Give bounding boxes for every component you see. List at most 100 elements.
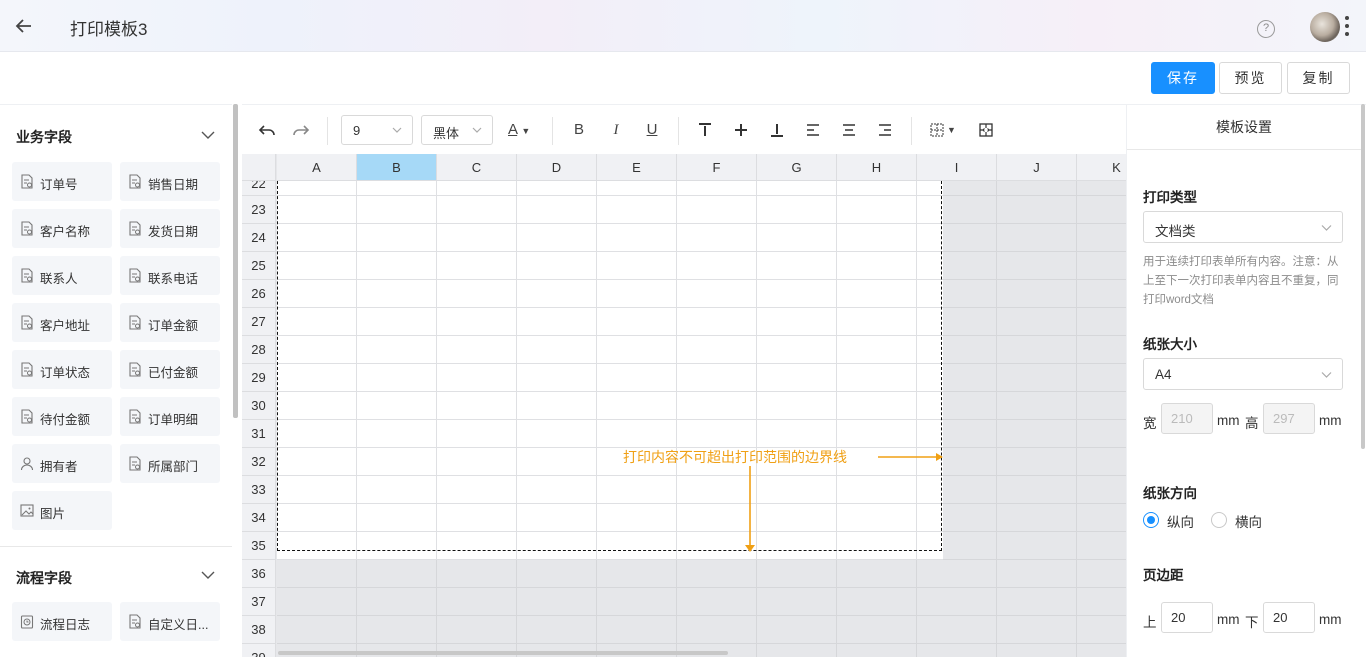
field-item[interactable]: 自定义日... [120,602,220,641]
print-type-note: 用于连续打印表单所有内容。注意：从上至下一次打印表单内容且不重复，同打印word… [1143,256,1339,306]
unit-label: mm [1319,413,1342,428]
field-item[interactable]: 流程日志 [12,602,112,641]
landscape-label: 横向 [1235,515,1262,530]
field-item[interactable]: 拥有者 [12,444,112,483]
unit-label: mm [1217,612,1240,627]
app-header: 打印模板3 ? [0,0,1366,52]
field-doc-icon [128,409,142,424]
field-item[interactable]: 订单号 [12,162,112,201]
align-right-icon[interactable] [876,121,894,139]
bold-icon[interactable]: B [570,121,588,139]
print-type-value: 文档类 [1155,224,1196,239]
margin-bottom-label: 下 [1245,615,1259,630]
field-item[interactable]: 已付金额 [120,350,220,389]
toolbar-separator [678,117,679,145]
paper-height-input[interactable]: 297 [1263,403,1315,434]
field-label: 拥有者 [40,460,78,474]
copy-button[interactable]: 复制 [1287,62,1350,94]
field-panel: 业务字段 订单号 销售日期 客户名称 发货日期 联系人 联系电话 客户地址 订单金额 订单状态 已… [0,104,232,657]
font-size-select[interactable]: 9 [341,115,413,145]
chevron-down-icon [1321,372,1332,378]
field-item[interactable]: 所属部门 [120,444,220,483]
caret-down-icon: ▼ [947,125,956,135]
landscape-radio[interactable] [1211,512,1227,528]
field-item[interactable]: 发货日期 [120,209,220,248]
border-icon [930,123,944,137]
print-type-select[interactable]: 文档类 [1143,211,1343,243]
align-left-icon[interactable] [804,121,822,139]
right-scrollbar[interactable] [1361,104,1365,449]
log-icon [20,614,34,629]
underline-icon[interactable]: U [643,121,661,139]
field-item[interactable]: 联系人 [12,256,112,295]
divider [0,546,232,547]
field-doc-icon [20,221,34,236]
paper-width-input[interactable]: 210 [1161,403,1213,434]
field-label: 所属部门 [148,460,199,474]
chevron-down-icon[interactable] [201,568,215,582]
align-center-icon[interactable] [840,121,858,139]
field-item[interactable]: 订单明细 [120,397,220,436]
field-doc-icon [128,362,142,377]
toolbar-separator [911,117,912,145]
margin-label: 页边距 [1143,568,1184,583]
save-button[interactable]: 保存 [1151,62,1215,94]
field-label: 自定义日... [148,618,209,632]
font-color-button[interactable]: A ▼ [508,121,536,139]
field-doc-icon [20,409,34,424]
back-arrow-icon[interactable] [12,14,36,38]
field-label: 待付金额 [40,413,91,427]
unit-label: mm [1319,612,1342,627]
margin-top-input[interactable]: 20 [1161,602,1213,633]
preview-button[interactable]: 预览 [1219,62,1282,94]
field-doc-icon [128,614,142,629]
field-item[interactable]: 销售日期 [120,162,220,201]
border-button[interactable]: ▼ [930,121,958,139]
field-label: 图片 [40,507,66,521]
undo-icon[interactable] [258,121,276,139]
chevron-down-icon[interactable] [201,128,215,142]
field-item[interactable]: 客户名称 [12,209,112,248]
chevron-down-icon [1321,225,1332,231]
field-doc-icon [128,221,142,236]
font-family-select[interactable]: 黑体 [421,115,493,145]
align-bottom-icon[interactable] [768,121,786,139]
height-label: 高 [1245,416,1259,431]
more-vertical-icon[interactable] [1344,16,1350,38]
margin-bottom-input[interactable]: 20 [1263,602,1315,633]
toolbar-separator [552,117,553,145]
field-doc-icon [20,174,34,189]
help-icon[interactable]: ? [1257,20,1275,38]
field-doc-icon [128,315,142,330]
chevron-down-icon [472,127,482,133]
paper-size-select[interactable]: A4 [1143,358,1343,390]
field-label: 流程日志 [40,618,91,632]
redo-icon[interactable] [292,121,310,139]
paper-size-value: A4 [1155,367,1172,382]
template-settings-panel: 模板设置 打印类型 文档类 用于连续打印表单所有内容。注意：从上至下一次打印表单… [1126,104,1366,657]
left-scrollbar[interactable] [233,104,238,418]
spreadsheet-grid[interactable]: 222324252627282930313233343536373839ABCD… [242,154,1126,657]
align-top-icon[interactable] [696,121,714,139]
portrait-label: 纵向 [1167,515,1194,530]
field-item[interactable]: 客户地址 [12,303,112,342]
horizontal-scrollbar[interactable] [278,651,728,655]
field-item[interactable]: 订单状态 [12,350,112,389]
field-doc-icon [20,315,34,330]
field-item[interactable]: 订单金额 [120,303,220,342]
width-label: 宽 [1143,416,1157,431]
field-item[interactable]: 待付金额 [12,397,112,436]
field-item[interactable]: 联系电话 [120,256,220,295]
field-doc-icon [128,174,142,189]
field-item[interactable]: 图片 [12,491,112,530]
merge-cells-icon[interactable] [977,121,995,139]
field-label: 发货日期 [148,225,199,239]
settings-title: 模板设置 [1127,105,1361,150]
portrait-radio[interactable] [1143,512,1159,528]
avatar[interactable] [1310,12,1340,42]
italic-icon[interactable]: I [607,121,625,139]
field-label: 订单状态 [40,366,91,380]
image-icon [20,503,34,518]
align-middle-icon[interactable] [732,121,750,139]
field-doc-icon [20,362,34,377]
